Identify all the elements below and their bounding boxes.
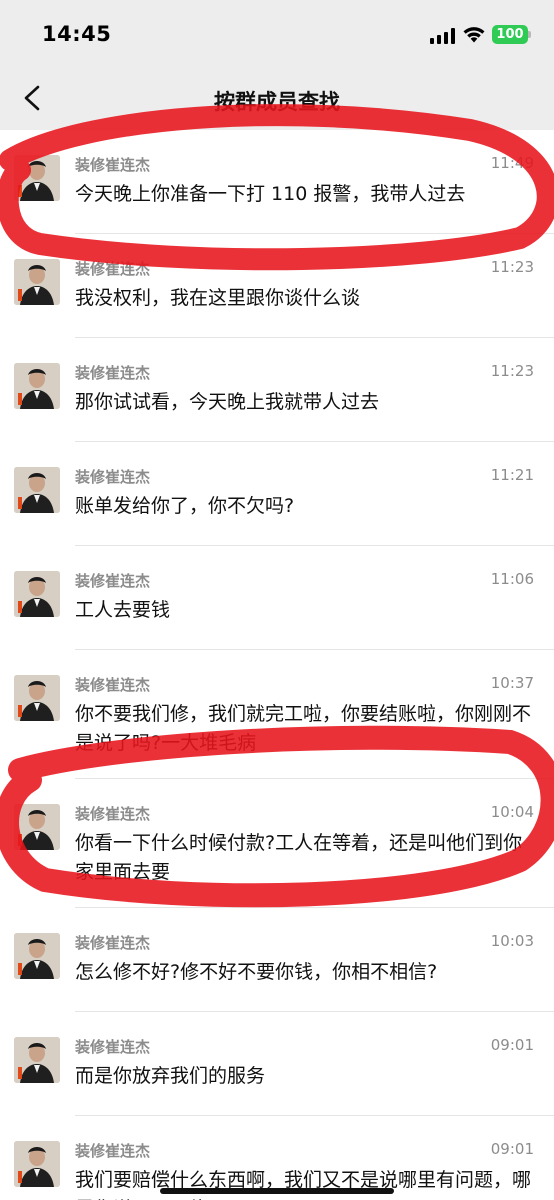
- message-item[interactable]: 装修崔连杰 11:21 账单发给你了，你不欠吗?: [0, 442, 554, 546]
- home-indicator: [160, 1188, 394, 1194]
- message-time: 10:37: [490, 674, 534, 692]
- avatar-portrait: [14, 571, 60, 617]
- battery-icon: 100: [492, 25, 528, 44]
- navigation-bar: 按群成员查找: [0, 66, 554, 130]
- sender-name: 装修崔连杰: [75, 934, 151, 952]
- message-text: 账单发给你了，你不欠吗?: [75, 495, 295, 517]
- avatar-portrait: [14, 804, 60, 850]
- message-time: 09:01: [490, 1140, 534, 1158]
- message-item[interactable]: 装修崔连杰 10:37 你不要我们修，我们就完工啦，你要结账啦，你刚刚不是说了吗…: [0, 650, 554, 779]
- sender-name: 装修崔连杰: [75, 468, 151, 486]
- avatar[interactable]: [14, 804, 60, 850]
- message-text: 今天晚上你准备一下打 110 报警，我带人过去: [75, 183, 466, 205]
- avatar-portrait: [14, 933, 60, 979]
- message-text: 那你试试看，今天晚上我就带人过去: [75, 391, 380, 413]
- sender-name: 装修崔连杰: [75, 1038, 151, 1056]
- message-text: 你不要我们修，我们就完工啦，你要结账啦，你刚刚不是说了吗?一大堆毛病: [75, 703, 532, 754]
- message-item[interactable]: 装修崔连杰 09:01 而是你放弃我们的服务: [0, 1012, 554, 1116]
- avatar-portrait: [14, 1037, 60, 1083]
- message-list[interactable]: 装修崔连杰 11:49 今天晚上你准备一下打 110 报警，我带人过去 装修崔连…: [0, 130, 554, 1200]
- sender-name: 装修崔连杰: [75, 1142, 151, 1160]
- avatar-portrait: [14, 675, 60, 721]
- message-text: 而是你放弃我们的服务: [75, 1065, 266, 1087]
- message-item[interactable]: 装修崔连杰 10:04 你看一下什么时候付款?工人在等着，还是叫他们到你家里面去…: [0, 779, 554, 908]
- avatar-portrait: [14, 155, 60, 201]
- message-item[interactable]: 装修崔连杰 11:23 那你试试看，今天晚上我就带人过去: [0, 338, 554, 442]
- sender-name: 装修崔连杰: [75, 364, 151, 382]
- avatar[interactable]: [14, 259, 60, 305]
- avatar-portrait: [14, 259, 60, 305]
- message-time: 10:04: [490, 803, 534, 821]
- message-item[interactable]: 装修崔连杰 11:23 我没权利，我在这里跟你谈什么谈: [0, 234, 554, 338]
- message-time: 10:03: [490, 932, 534, 950]
- message-item[interactable]: 装修崔连杰 10:03 怎么修不好?修不好不要你钱，你相不相信?: [0, 908, 554, 1012]
- message-time: 11:23: [490, 258, 534, 276]
- message-text: 我没权利，我在这里跟你谈什么谈: [75, 287, 361, 309]
- message-text: 你看一下什么时候付款?工人在等着，还是叫他们到你家里面去要: [75, 832, 523, 883]
- avatar[interactable]: [14, 1037, 60, 1083]
- message-time: 11:21: [490, 466, 534, 484]
- wifi-icon: [463, 27, 485, 43]
- sender-name: 装修崔连杰: [75, 676, 151, 694]
- message-text: 工人去要钱: [75, 599, 171, 621]
- message-time: 09:01: [490, 1036, 534, 1054]
- sender-name: 装修崔连杰: [75, 805, 151, 823]
- message-item[interactable]: 装修崔连杰 11:06 工人去要钱: [0, 546, 554, 650]
- avatar[interactable]: [14, 675, 60, 721]
- avatar[interactable]: [14, 467, 60, 513]
- status-time: 14:45: [42, 22, 112, 46]
- cellular-signal-icon: [430, 28, 455, 44]
- avatar[interactable]: [14, 571, 60, 617]
- avatar-portrait: [14, 363, 60, 409]
- battery-tip: [528, 31, 531, 38]
- sender-name: 装修崔连杰: [75, 260, 151, 278]
- status-bar: 14:45 100: [0, 0, 554, 66]
- message-time: 11:06: [490, 570, 534, 588]
- page-title: 按群成员查找: [214, 90, 340, 114]
- sender-name: 装修崔连杰: [75, 156, 151, 174]
- sender-name: 装修崔连杰: [75, 572, 151, 590]
- message-item[interactable]: 装修崔连杰 11:49 今天晚上你准备一下打 110 报警，我带人过去: [0, 130, 554, 234]
- message-text: 怎么修不好?修不好不要你钱，你相不相信?: [75, 961, 438, 983]
- message-text: 我们要赔偿什么东西啊，我们又不是说哪里有问题，哪里你说一下再修理: [75, 1169, 532, 1200]
- message-time: 11:23: [490, 362, 534, 380]
- avatar-portrait: [14, 1141, 60, 1187]
- avatar[interactable]: [14, 1141, 60, 1187]
- avatar[interactable]: [14, 363, 60, 409]
- avatar-portrait: [14, 467, 60, 513]
- avatar[interactable]: [14, 933, 60, 979]
- message-time: 11:49: [490, 154, 534, 172]
- avatar[interactable]: [14, 155, 60, 201]
